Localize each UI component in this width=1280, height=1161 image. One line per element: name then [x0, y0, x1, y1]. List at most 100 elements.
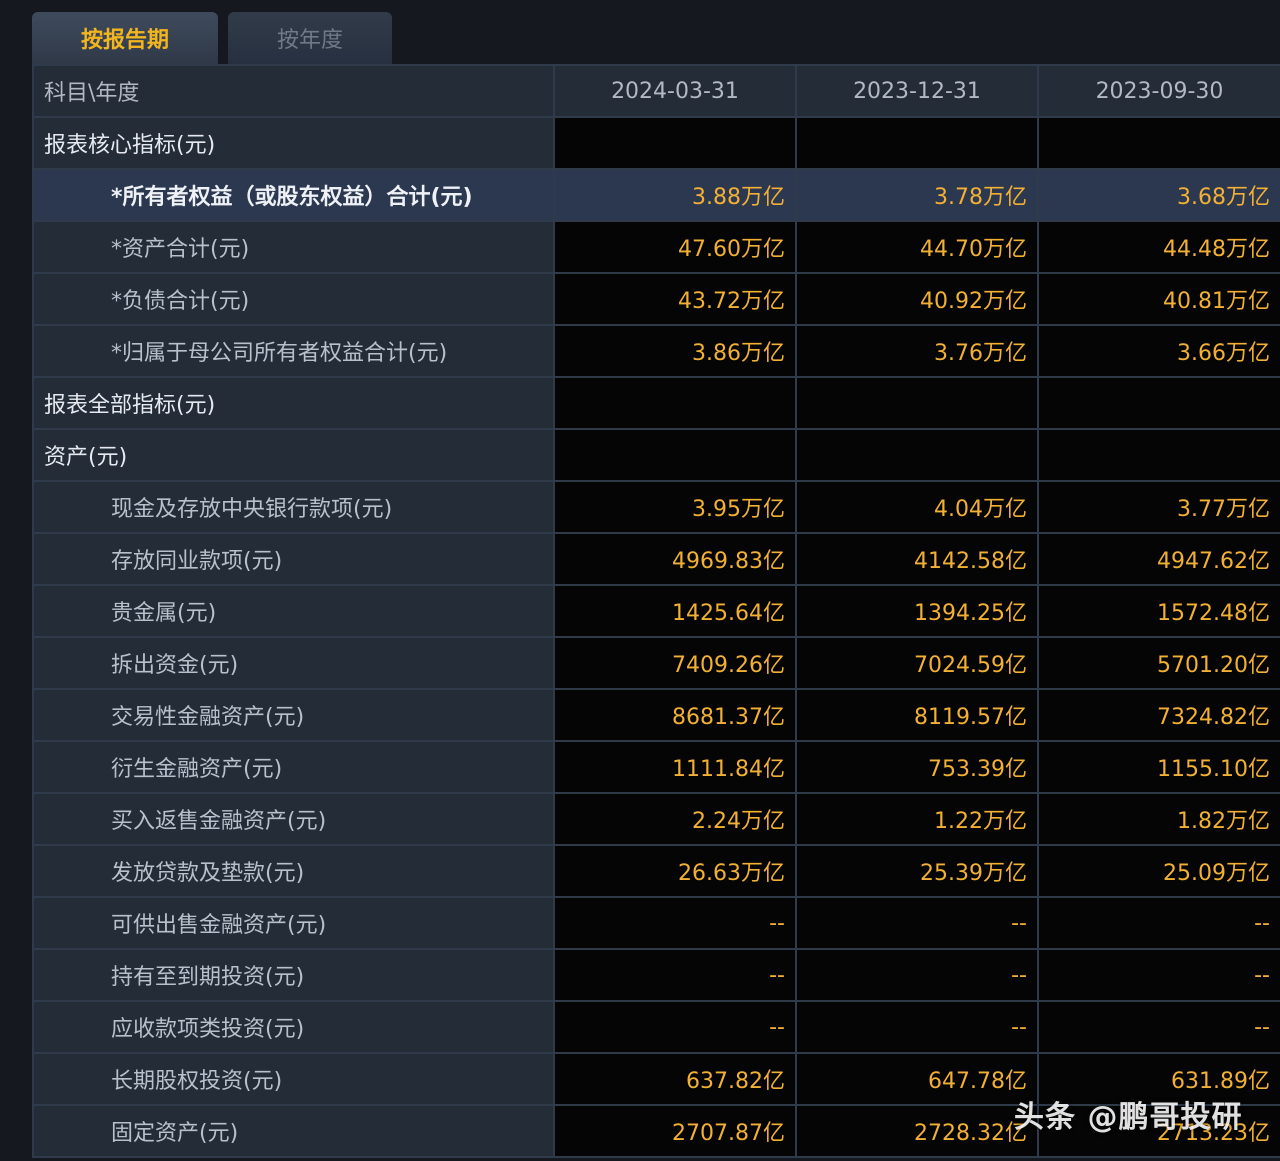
table-row[interactable]: *所有者权益（或股东权益）合计(元) 3.88万亿 3.78万亿 3.68万亿: [32, 168, 1280, 222]
balance-sheet-table-container: 科目\年度 2024-03-31 2023-12-31 2023-09-30 报…: [32, 64, 1280, 1161]
table-row[interactable]: 交易性金融资产(元) 8681.37亿 8119.57亿 7324.82亿: [32, 688, 1280, 742]
value-cell: 3.78万亿: [795, 168, 1039, 222]
table-row[interactable]: 现金及存放中央银行款项(元) 3.95万亿 4.04万亿 3.77万亿: [32, 480, 1280, 534]
value-cell: --: [795, 948, 1039, 1002]
value-cell: 3.66万亿: [1037, 324, 1280, 378]
row-label: 买入返售金融资产(元): [32, 792, 555, 846]
table-row[interactable]: 衍生金融资产(元) 1111.84亿 753.39亿 1155.10亿: [32, 740, 1280, 794]
table-header-row: 科目\年度 2024-03-31 2023-12-31 2023-09-30: [32, 64, 1280, 118]
row-label: 贵金属(元): [32, 584, 555, 638]
value-cell: 2713.23亿: [1037, 1104, 1280, 1158]
balance-sheet-table: 科目\年度 2024-03-31 2023-12-31 2023-09-30 报…: [32, 64, 1280, 1158]
value-cell: [1037, 116, 1280, 170]
value-cell: [1037, 376, 1280, 430]
table-row[interactable]: *资产合计(元) 47.60万亿 44.70万亿 44.48万亿: [32, 220, 1280, 274]
row-label: 固定资产(元): [32, 1104, 555, 1158]
value-cell: 637.82亿: [553, 1052, 797, 1106]
row-label: 存放同业款项(元): [32, 532, 555, 586]
value-cell: [795, 428, 1039, 482]
row-label: 发放贷款及垫款(元): [32, 844, 555, 898]
section-label: 资产(元): [32, 428, 555, 482]
table-row[interactable]: *归属于母公司所有者权益合计(元) 3.86万亿 3.76万亿 3.66万亿: [32, 324, 1280, 378]
value-cell: 7409.26亿: [553, 636, 797, 690]
value-cell: --: [553, 896, 797, 950]
header-item-year: 科目\年度: [32, 64, 555, 118]
header-period-2023-12-31[interactable]: 2023-12-31: [795, 64, 1039, 118]
value-cell: 25.09万亿: [1037, 844, 1280, 898]
value-cell: --: [1037, 896, 1280, 950]
table-row[interactable]: 报表全部指标(元): [32, 376, 1280, 430]
row-label: 现金及存放中央银行款项(元): [32, 480, 555, 534]
section-label: 报表全部指标(元): [32, 376, 555, 430]
value-cell: [795, 376, 1039, 430]
value-cell: [1037, 428, 1280, 482]
value-cell: 647.78亿: [795, 1052, 1039, 1106]
value-cell: 2707.87亿: [553, 1104, 797, 1158]
table-row[interactable]: 可供出售金融资产(元) -- -- --: [32, 896, 1280, 950]
row-label: 可供出售金融资产(元): [32, 896, 555, 950]
table-row[interactable]: 资产(元): [32, 428, 1280, 482]
value-cell: --: [1037, 1000, 1280, 1054]
value-cell: 4969.83亿: [553, 532, 797, 586]
row-label: 应收款项类投资(元): [32, 1000, 555, 1054]
value-cell: --: [1037, 948, 1280, 1002]
value-cell: --: [795, 1000, 1039, 1054]
value-cell: [553, 428, 797, 482]
row-label: *负债合计(元): [32, 272, 555, 326]
value-cell: 7024.59亿: [795, 636, 1039, 690]
value-cell: 44.48万亿: [1037, 220, 1280, 274]
row-label: 持有至到期投资(元): [32, 948, 555, 1002]
value-cell: 40.92万亿: [795, 272, 1039, 326]
value-cell: 3.86万亿: [553, 324, 797, 378]
value-cell: 5701.20亿: [1037, 636, 1280, 690]
value-cell: 4947.62亿: [1037, 532, 1280, 586]
value-cell: 2728.32亿: [795, 1104, 1039, 1158]
value-cell: --: [553, 1000, 797, 1054]
row-label: 长期股权投资(元): [32, 1052, 555, 1106]
value-cell: 1155.10亿: [1037, 740, 1280, 794]
value-cell: 2.24万亿: [553, 792, 797, 846]
value-cell: 40.81万亿: [1037, 272, 1280, 326]
table-row[interactable]: 拆出资金(元) 7409.26亿 7024.59亿 5701.20亿: [32, 636, 1280, 690]
value-cell: 4.04万亿: [795, 480, 1039, 534]
value-cell: 26.63万亿: [553, 844, 797, 898]
value-cell: 25.39万亿: [795, 844, 1039, 898]
table-row[interactable]: 应收款项类投资(元) -- -- --: [32, 1000, 1280, 1054]
table-row[interactable]: 固定资产(元) 2707.87亿 2728.32亿 2713.23亿: [32, 1104, 1280, 1158]
table-row[interactable]: 持有至到期投资(元) -- -- --: [32, 948, 1280, 1002]
financial-report-page: 按报告期 按年度 科目\年度 2024-03-31 2023-12-31 202…: [0, 0, 1280, 1161]
value-cell: --: [795, 896, 1039, 950]
value-cell: 1.82万亿: [1037, 792, 1280, 846]
value-cell: 1572.48亿: [1037, 584, 1280, 638]
value-cell: 1.22万亿: [795, 792, 1039, 846]
header-period-2024-03-31[interactable]: 2024-03-31: [553, 64, 797, 118]
table-row[interactable]: 长期股权投资(元) 637.82亿 647.78亿 631.89亿: [32, 1052, 1280, 1106]
row-label: *资产合计(元): [32, 220, 555, 274]
value-cell: 43.72万亿: [553, 272, 797, 326]
value-cell: [795, 116, 1039, 170]
row-label: 拆出资金(元): [32, 636, 555, 690]
table-row[interactable]: 发放贷款及垫款(元) 26.63万亿 25.39万亿 25.09万亿: [32, 844, 1280, 898]
value-cell: 3.76万亿: [795, 324, 1039, 378]
header-period-2023-09-30[interactable]: 2023-09-30: [1037, 64, 1280, 118]
value-cell: 631.89亿: [1037, 1052, 1280, 1106]
value-cell: 47.60万亿: [553, 220, 797, 274]
tab-by-year[interactable]: 按年度: [228, 12, 392, 64]
table-row[interactable]: *负债合计(元) 43.72万亿 40.92万亿 40.81万亿: [32, 272, 1280, 326]
row-label: 交易性金融资产(元): [32, 688, 555, 742]
value-cell: 4142.58亿: [795, 532, 1039, 586]
value-cell: 1394.25亿: [795, 584, 1039, 638]
value-cell: 44.70万亿: [795, 220, 1039, 274]
value-cell: 3.77万亿: [1037, 480, 1280, 534]
table-row[interactable]: 报表核心指标(元): [32, 116, 1280, 170]
table-row[interactable]: 买入返售金融资产(元) 2.24万亿 1.22万亿 1.82万亿: [32, 792, 1280, 846]
value-cell: 8681.37亿: [553, 688, 797, 742]
table-row[interactable]: 存放同业款项(元) 4969.83亿 4142.58亿 4947.62亿: [32, 532, 1280, 586]
value-cell: 3.68万亿: [1037, 168, 1280, 222]
value-cell: 3.95万亿: [553, 480, 797, 534]
row-label: *归属于母公司所有者权益合计(元): [32, 324, 555, 378]
tab-by-report-period[interactable]: 按报告期: [32, 12, 218, 64]
value-cell: 8119.57亿: [795, 688, 1039, 742]
period-tabs: 按报告期 按年度: [32, 12, 392, 64]
table-row[interactable]: 贵金属(元) 1425.64亿 1394.25亿 1572.48亿: [32, 584, 1280, 638]
